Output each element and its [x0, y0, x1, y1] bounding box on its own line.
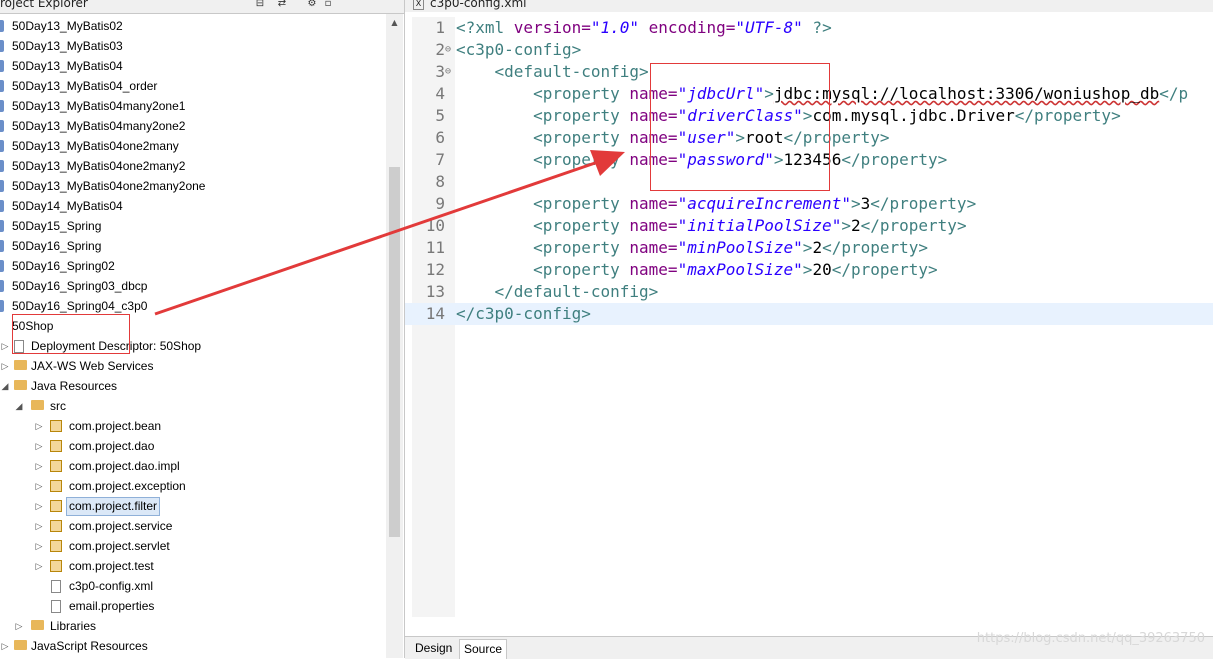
minimize-icon[interactable]: ▫ [322, 0, 334, 10]
expand-arrow-icon[interactable]: ▷ [34, 516, 44, 536]
explorer-title: roject Explorer [0, 0, 88, 10]
expand-arrow-icon[interactable]: ▷ [34, 456, 44, 476]
libraries-icon [31, 620, 44, 630]
code-line[interactable]: 10 <property name="initialPoolSize">2</p… [405, 215, 1213, 237]
project-icon [0, 220, 4, 232]
expand-arrow-icon[interactable]: ▷ [0, 636, 10, 656]
expand-arrow-icon[interactable]: ▷ [34, 496, 44, 516]
project-icon [0, 80, 4, 92]
tab-design[interactable]: Design [411, 639, 456, 658]
code-line-current[interactable]: 14 </c3p0-config> [405, 303, 1213, 325]
link-with-editor-icon[interactable]: ⇄ [276, 0, 288, 10]
package-icon [50, 440, 62, 452]
code-line[interactable]: 13 </default-config> [405, 281, 1213, 303]
package-icon [50, 480, 62, 492]
collapse-arrow-icon[interactable]: ◢ [14, 396, 24, 416]
fold-icon[interactable]: ⊖ [445, 61, 451, 83]
project-icon [0, 200, 4, 212]
annotation-box-tree [12, 314, 130, 354]
expand-arrow-icon[interactable]: ▷ [34, 416, 44, 436]
project-icon [0, 60, 4, 72]
expand-arrow-icon[interactable]: ▷ [34, 556, 44, 576]
package-icon [50, 460, 62, 472]
code-line[interactable]: 1 <?xml version="1.0" encoding="UTF-8" ?> [405, 17, 1213, 39]
javascript-resources-icon [14, 640, 27, 650]
xml-file-icon: X [413, 0, 424, 10]
project-icon [0, 180, 4, 192]
package-icon [50, 560, 62, 572]
code-line[interactable]: 2 ⊖ <c3p0-config> [405, 39, 1213, 61]
expand-arrow-icon[interactable]: ▷ [34, 536, 44, 556]
explorer-scrollbar[interactable]: ▲ [386, 14, 403, 658]
expand-arrow-icon[interactable]: ▷ [14, 616, 24, 636]
code-line[interactable]: 11 <property name="minPoolSize">2</prope… [405, 237, 1213, 259]
project-icon [0, 100, 4, 112]
package-icon [50, 540, 62, 552]
scroll-up-icon[interactable]: ▲ [389, 18, 400, 27]
project-icon [0, 20, 4, 32]
annotation-box-code [650, 63, 830, 191]
tab-source[interactable]: Source [459, 639, 508, 659]
expand-arrow-icon[interactable]: ▷ [34, 476, 44, 496]
xml-file-icon [51, 580, 61, 593]
view-menu-icon[interactable]: ⚙ [306, 0, 318, 10]
fold-icon[interactable]: ⊖ [445, 39, 451, 61]
code-line[interactable]: 9 <property name="acquireIncrement">3</p… [405, 193, 1213, 215]
package-icon [50, 500, 62, 512]
java-resources-icon [14, 380, 27, 390]
project-icon [0, 40, 4, 52]
editor-tab[interactable]: Xc3p0-config.xml [413, 0, 526, 12]
watermark: https://blog.csdn.net/qq_39263750 [976, 631, 1205, 646]
expand-arrow-icon[interactable]: ▷ [34, 436, 44, 456]
package-icon [50, 420, 62, 432]
properties-file-icon [51, 600, 61, 613]
expand-arrow-icon[interactable]: ▷ [0, 336, 10, 356]
web-services-icon [14, 360, 27, 370]
project-icon [0, 120, 4, 132]
project-icon [0, 280, 4, 292]
collapse-arrow-icon[interactable]: ◢ [0, 376, 10, 396]
project-icon [0, 300, 4, 312]
project-icon [0, 140, 4, 152]
project-icon [0, 240, 4, 252]
collapse-all-icon[interactable]: ⊟ [254, 0, 266, 10]
project-icon [0, 160, 4, 172]
explorer-header: roject Explorer ⊟ ⇄ ⚙ ▫ [0, 0, 404, 14]
project-icon [0, 260, 4, 272]
code-line[interactable]: 12 <property name="maxPoolSize">20</prop… [405, 259, 1213, 281]
source-folder-icon [31, 400, 44, 410]
scroll-thumb[interactable] [389, 167, 400, 537]
editor-tab-label: c3p0-config.xml [430, 0, 527, 10]
editor-tabbar: Xc3p0-config.xml [405, 0, 1213, 12]
package-icon [50, 520, 62, 532]
expand-arrow-icon[interactable]: ▷ [0, 356, 10, 376]
